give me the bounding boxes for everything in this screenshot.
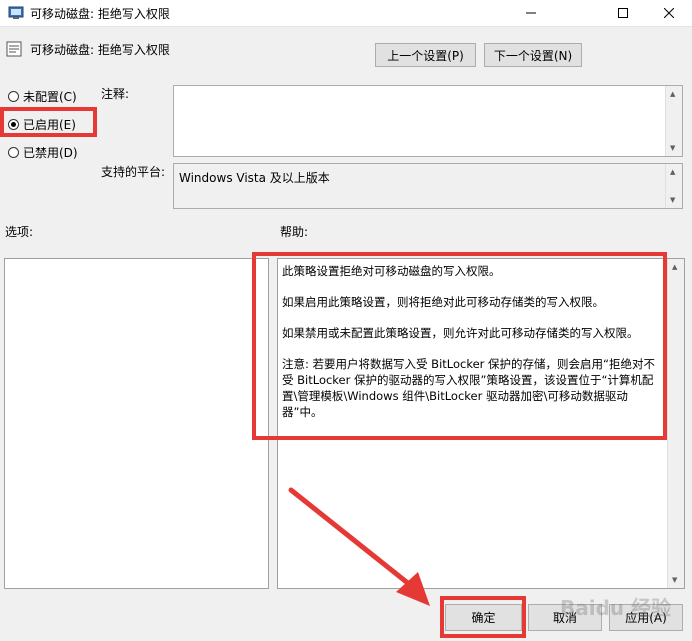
minimize-icon	[526, 12, 536, 14]
scroll-down-icon[interactable]: ▼	[670, 144, 675, 152]
help-paragraph: 注意: 若要用户将数据写入受 BitLocker 保护的存储，则会启用“拒绝对不…	[282, 357, 656, 419]
radio-enabled[interactable]: 已启用(E)	[8, 115, 76, 133]
title-bar: 可移动磁盘: 拒绝写入权限	[0, 0, 692, 27]
help-section-label: 帮助:	[280, 225, 309, 239]
setting-title: 可移动磁盘: 拒绝写入权限	[30, 43, 170, 57]
platform-value: Windows Vista 及以上版本	[179, 171, 330, 185]
options-pane	[4, 258, 269, 589]
radio-disabled-label: 已禁用(D)	[23, 145, 78, 160]
comment-label: 注释:	[101, 87, 130, 101]
minimize-button[interactable]	[508, 0, 554, 26]
radio-not-configured[interactable]: 未配置(C)	[8, 87, 77, 105]
close-icon	[664, 8, 674, 18]
help-text: 此策略设置拒绝对可移动磁盘的写入权限。 如果启用此策略设置，则将拒绝对此可移动存…	[282, 263, 662, 435]
maximize-button[interactable]	[600, 0, 646, 26]
radio-enabled-label: 已启用(E)	[23, 117, 76, 132]
radio-disabled[interactable]: 已禁用(D)	[8, 143, 78, 161]
scroll-up-icon[interactable]: ▲	[670, 168, 675, 176]
next-setting-button[interactable]: 下一个设置(N)	[484, 43, 582, 67]
radio-enabled-circle[interactable]	[8, 118, 19, 130]
help-paragraph: 如果禁用或未配置此策略设置，则允许对此可移动存储类的写入权限。	[282, 326, 639, 340]
previous-setting-button[interactable]: 上一个设置(P)	[375, 43, 476, 67]
comment-textarea[interactable]: ▲ ▼	[173, 85, 683, 157]
radio-not-configured-circle[interactable]	[8, 90, 19, 102]
help-paragraph: 此策略设置拒绝对可移动磁盘的写入权限。	[282, 264, 501, 278]
scroll-down-icon[interactable]: ▼	[670, 196, 675, 204]
help-pane: 此策略设置拒绝对可移动磁盘的写入权限。 如果启用此策略设置，则将拒绝对此可移动存…	[277, 258, 685, 589]
scroll-up-icon[interactable]: ▲	[672, 263, 677, 271]
maximize-icon	[618, 8, 628, 18]
close-button[interactable]	[646, 0, 692, 26]
radio-disabled-circle[interactable]	[8, 146, 19, 158]
help-scrollbar[interactable]: ▲ ▼	[667, 259, 684, 588]
comment-scrollbar[interactable]: ▲ ▼	[665, 86, 682, 156]
ok-button[interactable]: 确定	[445, 604, 522, 631]
platform-field: Windows Vista 及以上版本 ▲ ▼	[173, 163, 683, 209]
options-section-label: 选项:	[5, 225, 34, 239]
radio-not-configured-label: 未配置(C)	[23, 89, 77, 104]
help-paragraph: 如果启用此策略设置，则将拒绝对此可移动存储类的写入权限。	[282, 295, 604, 309]
window-title: 可移动磁盘: 拒绝写入权限	[30, 7, 170, 21]
platform-label: 支持的平台:	[101, 165, 166, 179]
scroll-up-icon[interactable]: ▲	[670, 90, 675, 98]
setting-icon	[6, 41, 22, 60]
scroll-down-icon[interactable]: ▼	[672, 576, 677, 584]
platform-scrollbar[interactable]: ▲ ▼	[665, 164, 682, 208]
watermark: Baidu 经验	[560, 596, 672, 620]
policy-app-icon	[8, 5, 24, 24]
